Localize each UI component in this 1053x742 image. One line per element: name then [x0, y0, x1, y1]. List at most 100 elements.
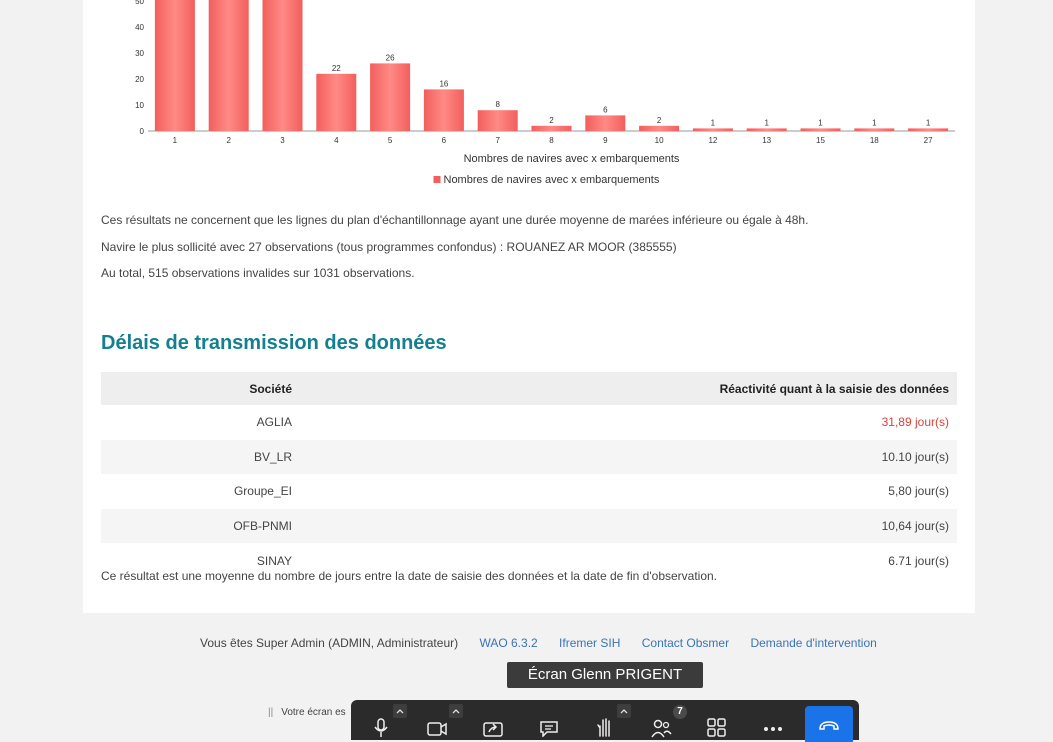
microphone-icon [374, 718, 388, 737]
footer-contact-link[interactable]: Contact Obsmer [642, 636, 729, 650]
x-tick-label: 27 [924, 136, 933, 145]
x-tick-label: 1 [173, 136, 178, 145]
raise-hand-icon [597, 718, 610, 737]
cell-societe: OFB-PNMI [101, 508, 292, 544]
footer-bar: Vous êtes Super Admin (ADMIN, Administra… [200, 636, 895, 650]
data-label: 2 [657, 116, 662, 125]
screen-share-label: Écran Glenn PRIGENT [507, 662, 703, 688]
more-icon [764, 727, 782, 731]
legend-swatch [433, 176, 441, 183]
data-label: 16 [439, 79, 448, 88]
y-tick-label: 50 [135, 0, 144, 6]
table-row: AGLIA 31,89 jour(s) [101, 405, 957, 440]
data-label: 1 [926, 118, 931, 127]
table-footnote: Ce résultat est une moyenne du nombre de… [101, 569, 718, 583]
table-row: Groupe_EI 5,80 jour(s) [101, 474, 957, 509]
bar [531, 125, 572, 131]
cell-reactivite: 5,80 jour(s) [888, 484, 949, 499]
chat-icon [540, 721, 558, 737]
note-plan: Ces résultats ne concernent que les lign… [101, 213, 809, 227]
x-tick-label: 4 [334, 136, 339, 145]
x-tick-label: 10 [655, 136, 664, 145]
data-label: 1 [872, 118, 877, 127]
note-navire: Navire le plus sollicité avec 27 observa… [101, 240, 677, 254]
more-button[interactable] [759, 714, 787, 740]
data-label: 2 [549, 116, 554, 125]
chat-button[interactable] [535, 714, 563, 740]
raise-hand-button[interactable] [591, 714, 619, 740]
camera-button[interactable] [423, 714, 451, 740]
x-tick-label: 9 [603, 136, 608, 145]
table-header-row: Société Réactivité quant à la saisie des… [101, 372, 957, 405]
share-icon [483, 722, 503, 737]
x-tick-label: 12 [708, 136, 717, 145]
header-reactivite[interactable]: Réactivité quant à la saisie des données [297, 372, 957, 405]
share-note: || Votre écran es [268, 707, 346, 718]
report-page: 0 10 20 30 40 50 1 2 3 22 4 26 5 16 6 8 7 2 8 6 9 2 10 1 12 1 13 1 1… [83, 0, 975, 613]
header-societe[interactable]: Société [101, 372, 292, 405]
pause-icon: || [268, 707, 274, 718]
x-tick-label: 6 [442, 136, 447, 145]
data-label: 6 [603, 105, 608, 114]
legend-label: Nombres de navires avec x embarquements [444, 174, 660, 186]
data-label: 1 [711, 118, 716, 127]
data-label: 26 [386, 53, 395, 62]
x-tick-label: 13 [762, 136, 771, 145]
reaction-options-caret[interactable] [617, 704, 631, 718]
cell-societe: Groupe_EI [233, 484, 292, 499]
chart-svg: 010203040501 2 322426516687286921011211311… [135, 0, 955, 186]
bar [908, 128, 949, 131]
table-row: BV_LR 10.10 jour(s) [101, 439, 957, 475]
bar [854, 128, 895, 131]
x-tick-label: 15 [816, 136, 825, 145]
people-count-badge: 7 [673, 705, 687, 719]
apps-button[interactable] [703, 714, 731, 740]
y-tick-label: 20 [135, 75, 144, 84]
x-tick-label: 3 [280, 136, 285, 145]
meeting-toolbar: 7 [351, 700, 859, 742]
leave-call-button[interactable] [805, 706, 853, 742]
chevron-up-icon [396, 709, 404, 714]
note-total: Au total, 515 observations invalides sur… [101, 266, 415, 280]
x-tick-label: 2 [226, 136, 231, 145]
footer-demande-link[interactable]: Demande d'intervention [750, 636, 876, 650]
footer-version-link[interactable]: WAO 6.3.2 [479, 636, 537, 650]
bar-chart: 0 10 20 30 40 50 1 2 3 22 4 26 5 16 6 8 7 2 8 6 9 2 10 1 12 1 13 1 1… [101, 0, 957, 188]
microphone-button[interactable] [367, 714, 395, 740]
bar [477, 110, 518, 131]
cell-reactivite: 10,64 jour(s) [297, 508, 957, 544]
people-icon [651, 719, 672, 738]
mic-options-caret[interactable] [393, 704, 407, 718]
bar [316, 73, 357, 131]
footer-user: Vous êtes Super Admin (ADMIN, Administra… [200, 636, 459, 650]
footer-ifremer-link[interactable]: Ifremer SIH [559, 636, 620, 650]
x-axis-label: Nombres de navires avec x embarquements [464, 153, 680, 165]
bar [423, 89, 464, 131]
people-button[interactable] [647, 714, 675, 740]
y-tick-label: 40 [135, 23, 144, 32]
x-tick-label: 7 [495, 136, 500, 145]
bar [639, 125, 680, 131]
camera-options-caret[interactable] [449, 704, 463, 718]
chevron-up-icon [620, 709, 628, 714]
data-label: 22 [332, 64, 341, 73]
bar [746, 128, 787, 131]
y-tick-label: 10 [135, 101, 144, 110]
delay-table: Société Réactivité quant à la saisie des… [101, 372, 957, 578]
share-button[interactable] [479, 714, 507, 740]
bar [800, 128, 841, 131]
data-label: 1 [764, 118, 769, 127]
bar [208, 0, 249, 131]
bar [585, 115, 626, 131]
bar [692, 128, 733, 131]
table-row: OFB-PNMI 10,64 jour(s) [101, 508, 957, 544]
x-tick-label: 5 [388, 136, 393, 145]
bar [370, 63, 411, 131]
camera-icon [427, 722, 447, 736]
x-tick-label: 18 [870, 136, 879, 145]
bar [262, 0, 303, 131]
cell-societe: BV_LR [101, 439, 292, 475]
section-title: Délais de transmission des données [101, 332, 447, 354]
data-label: 8 [495, 100, 500, 109]
cell-societe: AGLIA [256, 415, 292, 430]
